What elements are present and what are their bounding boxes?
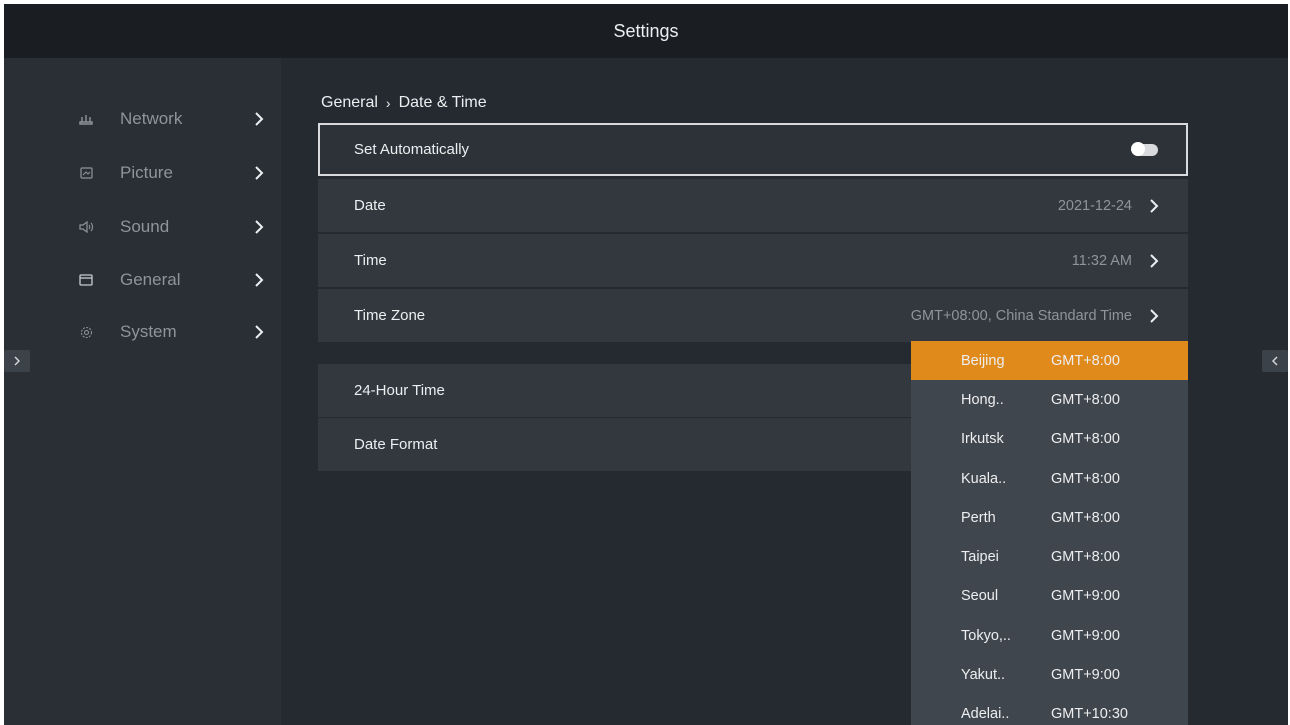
sidebar-item-sound[interactable]: Sound [4,201,281,253]
time-zone-city: Seoul [961,588,999,605]
settings-screen: Settings Network Picture Sound General S… [4,4,1288,725]
chevron-right-icon [1150,253,1159,268]
time-zone-option[interactable]: Seoul GMT+9:00 [911,577,1188,616]
time-zone-city: Taipei [961,549,999,566]
time-zone-option[interactable]: Yakut.. GMT+9:00 [911,655,1188,694]
time-zone-city: Hong.. [961,391,1004,408]
set-automatically-label: Set Automatically [354,141,470,158]
breadcrumb-parent[interactable]: General [321,94,378,112]
page-title: Settings [613,20,679,41]
time-zone-option[interactable]: Taipei GMT+8:00 [911,537,1188,576]
time-zone-option[interactable]: Beijing GMT+8:00 [911,341,1188,381]
time-zone-city: Perth [961,509,996,526]
chevron-right-icon [14,356,20,366]
set-automatically-toggle[interactable] [1131,141,1158,156]
sidebar-item-system[interactable]: System [4,306,281,358]
date-label: Date [354,197,386,214]
time-zone-offset: GMT+8:00 [1051,391,1120,408]
time-zone-dropdown: Beijing GMT+8:00 Hong.. GMT+8:00 Irkutsk… [911,341,1188,725]
time-zone-option[interactable]: Tokyo,.. GMT+9:00 [911,616,1188,655]
time-zone-label: Time Zone [354,307,426,324]
time-zone-value: GMT+08:00, China Standard Time [910,307,1132,324]
time-zone-offset: GMT+10:30 [1051,706,1128,723]
chevron-left-icon [1272,356,1278,366]
time-zone-city: Irkutsk [961,431,1004,448]
chevron-right-icon [255,273,264,287]
time-zone-offset: GMT+9:00 [1051,627,1120,644]
expand-right-panel-button[interactable] [1262,350,1288,372]
sidebar-item-label: General [120,270,181,289]
time-zone-offset: GMT+8:00 [1051,431,1120,448]
time-row[interactable]: Time 11:32 AM [318,234,1188,287]
set-automatically-row[interactable]: Set Automatically [318,123,1188,176]
time-value: 11:32 AM [1071,252,1132,269]
date-row[interactable]: Date 2021-12-24 [318,179,1188,232]
sidebar-item-label: System [120,322,177,341]
time-zone-option[interactable]: Kuala.. GMT+8:00 [911,459,1188,498]
chevron-right-icon [1150,198,1159,213]
system-icon [78,324,94,340]
chevron-right-icon [255,325,264,339]
time-zone-offset: GMT+8:00 [1051,352,1120,369]
time-zone-city: Tokyo,.. [961,627,1011,644]
breadcrumb-current: Date & Time [398,94,487,111]
sidebar-item-network[interactable]: Network [4,93,281,145]
time-zone-offset: GMT+8:00 [1051,470,1120,487]
time-zone-option[interactable]: Adelai.. GMT+10:30 [911,695,1188,725]
sidebar-item-label: Network [120,109,183,128]
time-zone-row[interactable]: Time Zone GMT+08:00, China Standard Time [318,289,1188,342]
sidebar-item-label: Sound [120,217,170,236]
chevron-right-icon [1150,308,1159,323]
date-value: 2021-12-24 [1057,197,1132,214]
network-icon [78,111,94,127]
time-zone-offset: GMT+8:00 [1051,549,1120,566]
sidebar-item-picture[interactable]: Picture [4,147,281,199]
time-zone-city: Beijing [961,352,1005,369]
time-zone-offset: GMT+9:00 [1051,588,1120,605]
picture-icon [78,165,94,181]
24-hour-time-label: 24-Hour Time [354,382,445,399]
breadcrumb-separator: › [385,95,391,111]
time-zone-option[interactable]: Hong.. GMT+8:00 [911,380,1188,419]
chevron-right-icon [255,220,264,234]
sidebar: Network Picture Sound General System [4,58,281,725]
toggle-knob [1131,141,1145,156]
time-zone-offset: GMT+8:00 [1051,509,1120,526]
time-label: Time [354,252,387,269]
general-icon [78,272,94,288]
chevron-right-icon [255,112,264,126]
date-format-label: Date Format [354,436,438,453]
time-zone-offset: GMT+9:00 [1051,667,1120,684]
time-zone-city: Kuala.. [961,470,1007,487]
sound-icon [78,219,94,235]
time-zone-option[interactable]: Perth GMT+8:00 [911,498,1188,537]
breadcrumb: General › Date & Time [321,92,487,114]
time-zone-option[interactable]: Irkutsk GMT+8:00 [911,420,1188,459]
sidebar-item-general[interactable]: General [4,254,281,306]
top-bar: Settings [4,4,1288,58]
expand-left-panel-button[interactable] [4,350,30,372]
sidebar-item-label: Picture [120,163,173,182]
time-zone-city: Adelai.. [961,706,1010,723]
time-zone-city: Yakut.. [961,667,1006,684]
chevron-right-icon [255,166,264,180]
